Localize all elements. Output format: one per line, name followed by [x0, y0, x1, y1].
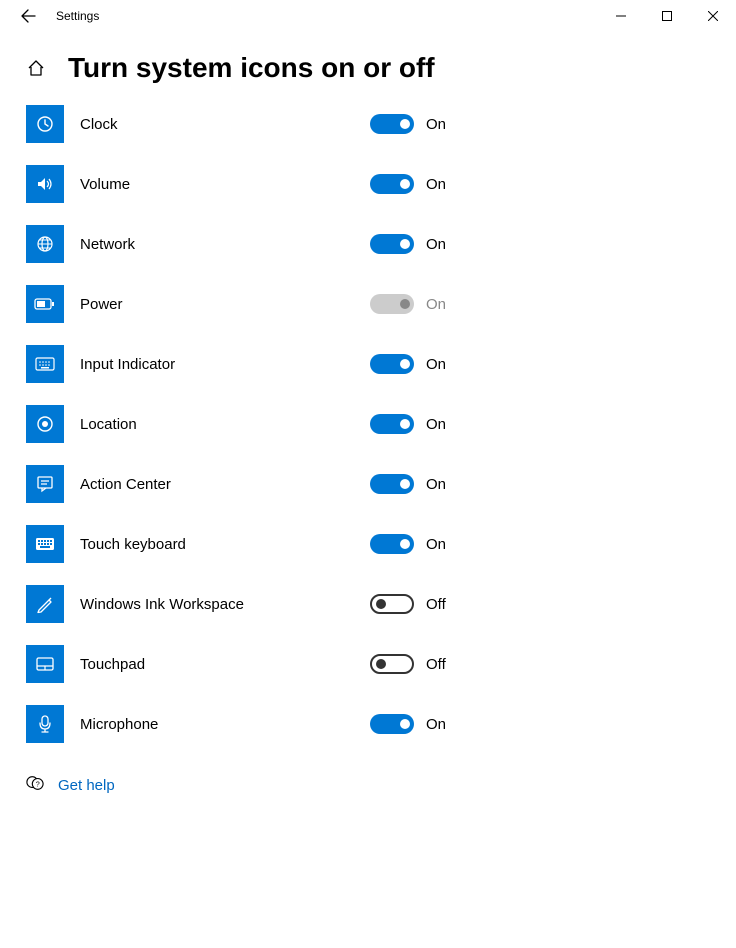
toggle-area: On	[370, 414, 446, 434]
toggle-area: On	[370, 714, 446, 734]
toggle-area: Off	[370, 654, 446, 674]
toggle-volume[interactable]	[370, 174, 414, 194]
minimize-button[interactable]	[598, 0, 644, 32]
back-button[interactable]	[6, 0, 50, 32]
toggle-state-label: On	[426, 236, 446, 253]
toggle-network[interactable]	[370, 234, 414, 254]
toggle-area: On	[370, 354, 446, 374]
setting-row-windows-ink-workspace: Windows Ink Workspace Off	[26, 574, 710, 634]
action-icon	[26, 465, 64, 503]
page-header: Turn system icons on or off	[0, 32, 736, 94]
toggle-area: On	[370, 534, 446, 554]
setting-row-microphone: Microphone On	[26, 694, 710, 754]
power-icon	[26, 285, 64, 323]
clock-icon	[26, 105, 64, 143]
home-button[interactable]	[26, 58, 46, 78]
titlebar: Settings	[0, 0, 736, 32]
toggle-clock[interactable]	[370, 114, 414, 134]
setting-row-location: Location On	[26, 394, 710, 454]
setting-row-clock: Clock On	[26, 94, 710, 154]
setting-label: Volume	[80, 176, 340, 193]
toggle-area: On	[370, 174, 446, 194]
setting-row-touch-keyboard: Touch keyboard On	[26, 514, 710, 574]
toggle-input-indicator[interactable]	[370, 354, 414, 374]
toggle-state-label: On	[426, 476, 446, 493]
toggle-state-label: On	[426, 536, 446, 553]
maximize-button[interactable]	[644, 0, 690, 32]
ink-icon	[26, 585, 64, 623]
setting-row-network: Network On	[26, 214, 710, 274]
setting-row-touchpad: Touchpad Off	[26, 634, 710, 694]
get-help-link[interactable]: Get help	[58, 777, 115, 794]
help-section: ? Get help	[0, 754, 736, 816]
toggle-area: On	[370, 294, 446, 314]
close-button[interactable]	[690, 0, 736, 32]
setting-label: Touchpad	[80, 656, 340, 673]
toggle-state-label: On	[426, 356, 446, 373]
toggle-touchpad[interactable]	[370, 654, 414, 674]
page-title: Turn system icons on or off	[68, 52, 435, 84]
volume-icon	[26, 165, 64, 203]
help-icon: ?	[26, 774, 44, 796]
settings-list: ClockOnVolumeOnNetworkOnPowerOnInput Ind…	[0, 94, 736, 754]
setting-label: Action Center	[80, 476, 340, 493]
toggle-state-label: On	[426, 296, 446, 313]
toggle-state-label: On	[426, 176, 446, 193]
network-icon	[26, 225, 64, 263]
toggle-action-center[interactable]	[370, 474, 414, 494]
toggle-location[interactable]	[370, 414, 414, 434]
toggle-area: On	[370, 234, 446, 254]
touchkb-icon	[26, 525, 64, 563]
toggle-area: On	[370, 114, 446, 134]
toggle-state-label: On	[426, 416, 446, 433]
setting-label: Microphone	[80, 716, 340, 733]
toggle-state-label: On	[426, 116, 446, 133]
mic-icon	[26, 705, 64, 743]
window-title: Settings	[50, 9, 99, 23]
toggle-windows-ink-workspace[interactable]	[370, 594, 414, 614]
toggle-touch-keyboard[interactable]	[370, 534, 414, 554]
setting-label: Location	[80, 416, 340, 433]
setting-label: Network	[80, 236, 340, 253]
location-icon	[26, 405, 64, 443]
setting-row-input-indicator: Input Indicator On	[26, 334, 710, 394]
toggle-state-label: Off	[426, 596, 446, 613]
setting-label: Windows Ink Workspace	[80, 596, 340, 613]
toggle-area: On	[370, 474, 446, 494]
toggle-microphone[interactable]	[370, 714, 414, 734]
toggle-power	[370, 294, 414, 314]
toggle-area: Off	[370, 594, 446, 614]
setting-row-volume: Volume On	[26, 154, 710, 214]
setting-row-power: Power On	[26, 274, 710, 334]
toggle-state-label: On	[426, 716, 446, 733]
setting-label: Touch keyboard	[80, 536, 340, 553]
setting-row-action-center: Action Center On	[26, 454, 710, 514]
touchpad-icon	[26, 645, 64, 683]
toggle-state-label: Off	[426, 656, 446, 673]
setting-label: Input Indicator	[80, 356, 340, 373]
setting-label: Clock	[80, 116, 340, 133]
svg-text:?: ?	[36, 780, 40, 789]
input-icon	[26, 345, 64, 383]
setting-label: Power	[80, 296, 340, 313]
